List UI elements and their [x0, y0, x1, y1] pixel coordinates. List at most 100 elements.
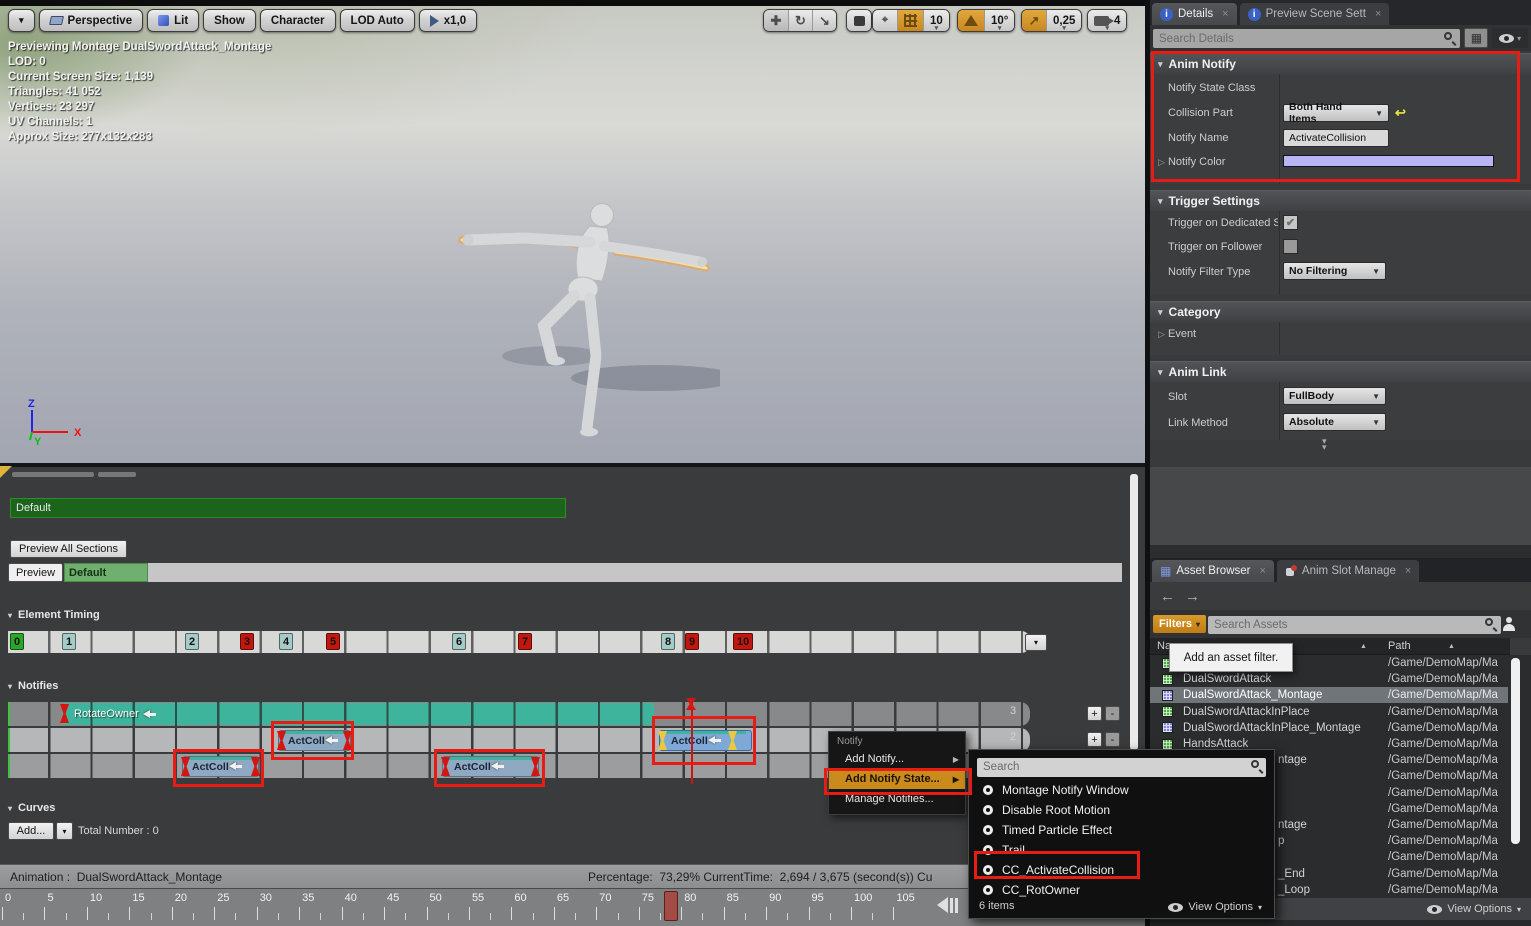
trigger-dedicated-checkbox[interactable]: ✔ [1283, 215, 1298, 230]
close-icon[interactable]: × [1375, 8, 1381, 20]
notify-pin-icon[interactable] [531, 757, 540, 776]
details-search-input[interactable] [1153, 29, 1460, 48]
notify-color-row[interactable]: ▷ Notify Color [1158, 156, 1276, 168]
filters-button[interactable]: Filters ▾ [1153, 615, 1206, 633]
tab-details[interactable]: i Details × [1152, 3, 1237, 25]
section-track-bar[interactable] [64, 563, 1122, 582]
details-column-divider[interactable] [1279, 211, 1280, 295]
timing-badge-5[interactable]: 5 [326, 633, 340, 650]
track1-remove-button[interactable]: - [1105, 706, 1120, 721]
asset-list-scrollbar[interactable] [1511, 658, 1520, 844]
event-row[interactable]: ▷ Event [1158, 328, 1196, 340]
scale-snap-toggle[interactable]: ↗ [1022, 10, 1046, 31]
view-options-label[interactable]: View Options [1447, 903, 1512, 915]
details-column-divider[interactable] [1279, 74, 1280, 184]
show-button[interactable]: Show [203, 9, 256, 32]
details-column-divider[interactable] [1279, 322, 1280, 355]
surface-snap-button[interactable]: ⌖ [873, 10, 897, 31]
notify-state-option[interactable]: Timed Particle Effect [969, 820, 1274, 840]
column-header-path[interactable]: Path [1388, 640, 1411, 652]
asset-row[interactable]: DualSwordAttack/Game/DemoMap/Ma [1150, 671, 1508, 687]
notify-state-option[interactable]: Trail [969, 840, 1274, 860]
reset-to-default-icon[interactable]: ↩ [1395, 105, 1406, 121]
track1-add-button[interactable]: + [1087, 706, 1102, 721]
timing-badge-9[interactable]: 9 [685, 633, 699, 650]
curves-add-button[interactable]: Add... [8, 822, 54, 840]
context-menu-item[interactable]: Manage Notifies... [829, 789, 965, 809]
timing-badge-7[interactable]: 7 [518, 633, 532, 650]
asset-row[interactable]: DualSwordAttackInPlace/Game/DemoMap/Ma [1150, 704, 1508, 720]
curves-header[interactable]: ▾ Curves [8, 802, 55, 814]
timing-badge-4[interactable]: 4 [279, 633, 293, 650]
perspective-button[interactable]: Perspective [39, 9, 144, 32]
track2-add-button[interactable]: + [1087, 732, 1102, 747]
translate-tool-button[interactable]: ✚ [764, 10, 788, 31]
element-timing-header[interactable]: ▾ Element Timing [8, 609, 100, 621]
viewport-3d[interactable]: Z X Y ▾ Perspective Lit Show Character L… [0, 0, 1145, 463]
anim-link-section-header[interactable]: ▾ Anim Link [1150, 361, 1531, 382]
notify-pin-icon[interactable] [728, 731, 737, 750]
context-menu-item[interactable]: Add Notify...▶ [829, 749, 965, 769]
details-column-divider[interactable] [1279, 382, 1280, 440]
notify-state-option[interactable]: Montage Notify Window [969, 780, 1274, 800]
popup-view-options[interactable]: View Options ▾ [1168, 901, 1262, 913]
notify-state-option[interactable]: CC_ActivateCollision [969, 860, 1274, 880]
notify-playhead-line[interactable] [691, 698, 693, 784]
camera-speed-button[interactable]: 4▾ [1088, 10, 1126, 31]
playback-speed-button[interactable]: x1,0 [419, 9, 477, 32]
notify-state-search-input[interactable] [977, 758, 1266, 777]
lit-button[interactable]: Lit [147, 9, 199, 32]
anim-notify-section-header[interactable]: ▾ Anim Notify [1150, 53, 1531, 74]
collision-part-dropdown[interactable]: Both Hand Items ▼ [1283, 104, 1389, 122]
scale-tool-button[interactable]: ↘ [812, 10, 836, 31]
details-view-options-button[interactable]: ▾ [1492, 28, 1528, 48]
preview-button[interactable]: Preview [8, 563, 63, 582]
curves-add-dropdown[interactable]: ▾ [56, 822, 73, 840]
lod-auto-button[interactable]: LOD Auto [340, 9, 415, 32]
timing-options-button[interactable]: ▾ [1025, 634, 1047, 651]
notify-pin-icon[interactable] [343, 731, 352, 750]
grid-snap-value-button[interactable]: 10▾ [923, 10, 949, 31]
notify-pin-icon[interactable] [60, 704, 69, 723]
notify-filter-type-dropdown[interactable]: No Filtering ▼ [1283, 262, 1386, 280]
tab-asset-browser[interactable]: ▦ Asset Browser × [1152, 560, 1274, 582]
details-expand-arrow[interactable]: ▾▾ [1322, 438, 1328, 450]
scale-snap-value-button[interactable]: 0,25▾ [1046, 10, 1081, 31]
preview-all-sections-button[interactable]: Preview All Sections [10, 540, 127, 558]
notify-state-actcoll-selected[interactable]: ActColl [659, 730, 752, 751]
details-display-filter-button[interactable]: ▦ [1464, 28, 1488, 48]
notify-state-actcoll[interactable]: ActColl [182, 756, 259, 777]
person-icon[interactable] [1503, 617, 1515, 631]
timing-badge-8[interactable]: 8 [661, 633, 675, 650]
notify-state-actcoll[interactable]: ActColl [442, 756, 539, 777]
timing-badge-2[interactable]: 2 [185, 633, 199, 650]
timing-badge-0[interactable]: 0 [10, 633, 24, 650]
close-icon[interactable]: × [1222, 8, 1228, 20]
timing-badge-6[interactable]: 6 [452, 633, 466, 650]
angle-snap-toggle[interactable] [958, 10, 984, 31]
tab-preview-scene-settings[interactable]: i Preview Scene Sett × [1240, 3, 1390, 25]
close-icon[interactable]: × [1259, 565, 1265, 577]
grid-snap-toggle[interactable] [897, 10, 923, 31]
asset-row[interactable]: DualSwordAttack_Montage/Game/DemoMap/Ma [1150, 687, 1508, 703]
coord-system-button[interactable] [847, 10, 871, 31]
montage-scrollbar[interactable] [1130, 474, 1138, 750]
montage-section-bar[interactable]: Default [10, 498, 566, 518]
skip-to-start-button[interactable] [937, 897, 958, 913]
notify-color-swatch[interactable] [1283, 155, 1494, 167]
section-handle[interactable] [98, 472, 136, 477]
notify-pin-icon[interactable] [251, 757, 260, 776]
back-icon[interactable]: ← [1160, 588, 1175, 605]
notify-pin-icon[interactable] [277, 731, 286, 750]
rotate-tool-button[interactable]: ↻ [788, 10, 812, 31]
character-button[interactable]: Character [260, 9, 336, 32]
timeline-playhead-handle[interactable] [664, 891, 678, 921]
context-menu-item[interactable]: Add Notify State...▶ [829, 769, 965, 789]
asset-search-input[interactable] [1208, 616, 1501, 634]
timing-badge-1[interactable]: 1 [62, 633, 76, 650]
notify-pin-icon[interactable] [658, 731, 667, 750]
slot-dropdown[interactable]: FullBody ▼ [1283, 387, 1386, 405]
trigger-follower-checkbox[interactable] [1283, 239, 1298, 254]
notify-name-field[interactable]: ActivateCollision [1283, 129, 1389, 147]
viewport-options-button[interactable]: ▾ [8, 9, 35, 32]
